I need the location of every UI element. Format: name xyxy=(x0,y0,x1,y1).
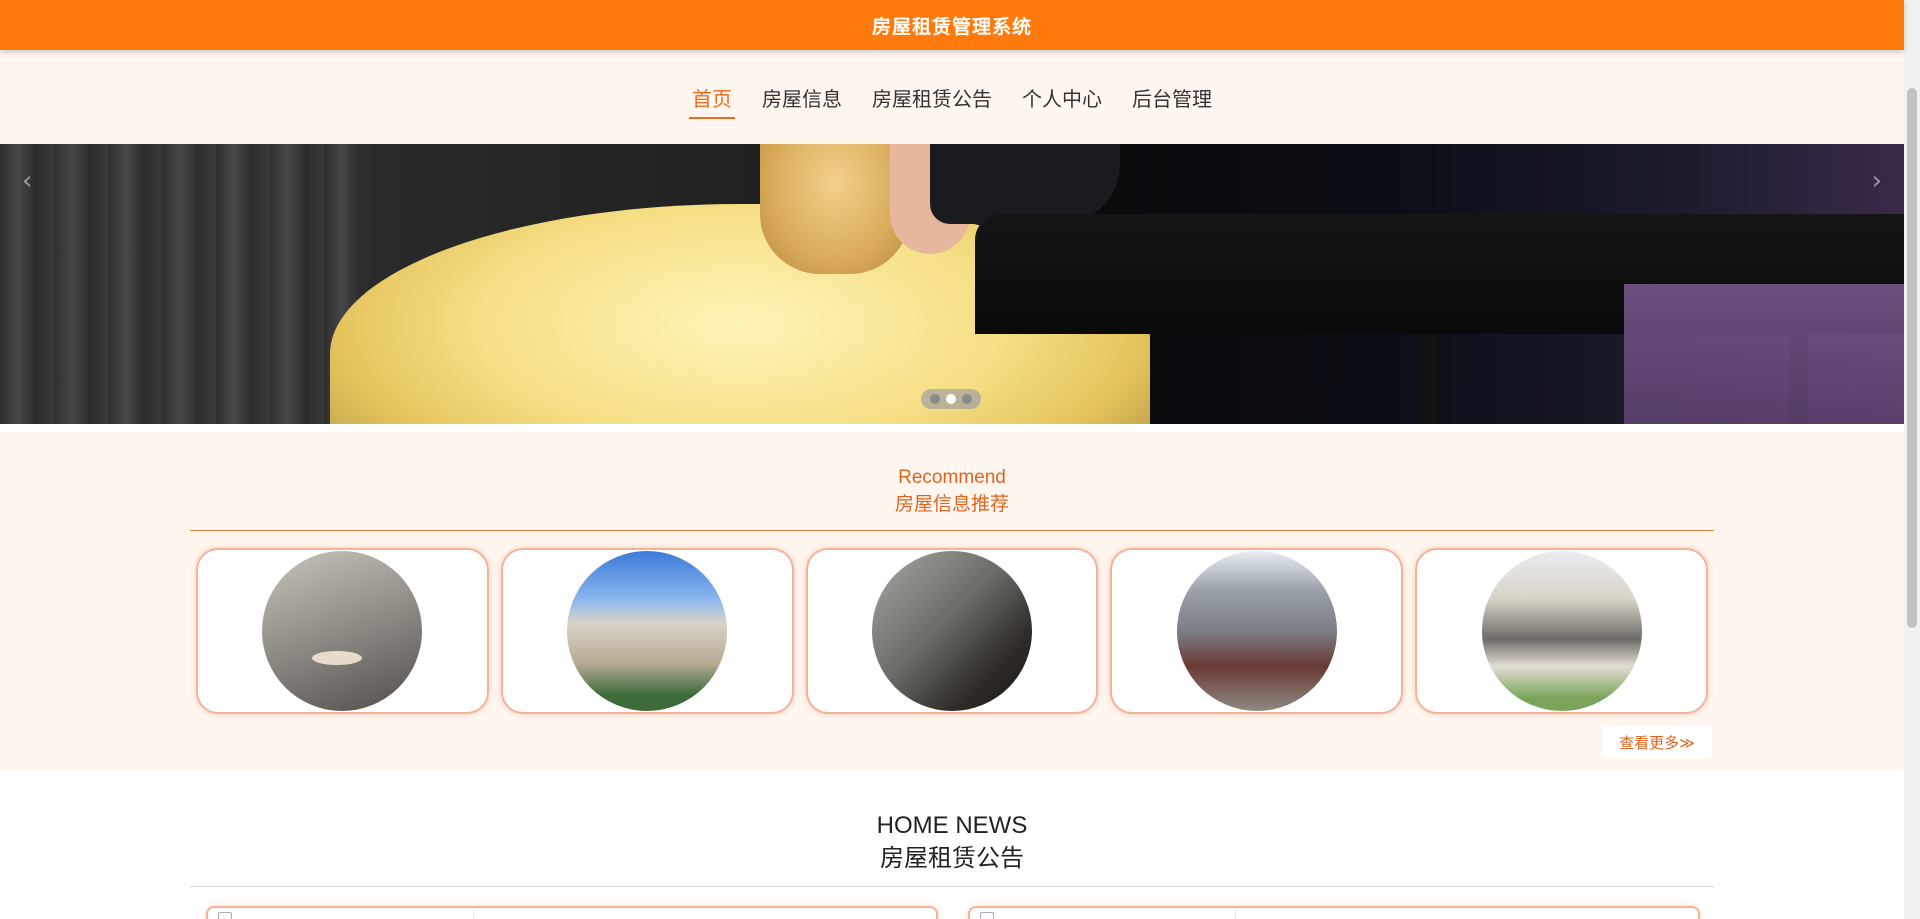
carousel-dots xyxy=(921,389,981,409)
news-divider xyxy=(190,886,1714,887)
news-title-en: HOME NEWS xyxy=(876,812,1028,839)
house-thumbnail xyxy=(1481,551,1642,711)
news-image xyxy=(214,910,474,919)
recommend-card[interactable] xyxy=(805,548,1099,714)
recommend-card-list xyxy=(196,548,1708,714)
banner-carousel: ‹ › xyxy=(0,144,1904,424)
view-more-button[interactable]: 查看更多≫ xyxy=(1602,726,1712,758)
banner-stage xyxy=(1624,284,1904,424)
chevron-left-icon[interactable]: ‹ xyxy=(22,166,32,196)
recommend-title-en: Recommend xyxy=(898,467,1006,488)
broken-image-icon xyxy=(980,912,994,919)
nav-item-house-info[interactable]: 房屋信息 xyxy=(747,75,857,119)
news-heading: HOME NEWS 房屋租赁公告 xyxy=(0,810,1904,874)
news-section: HOME NEWS 房屋租赁公告 xyxy=(0,770,1904,919)
news-card[interactable] xyxy=(206,906,938,919)
nav-item-home[interactable]: 首页 xyxy=(677,75,747,119)
news-card[interactable] xyxy=(968,906,1700,919)
banner-piano-leg xyxy=(1420,334,1438,424)
recommend-heading: Recommend 房屋信息推荐 xyxy=(0,466,1904,518)
nav-item-personal-center[interactable]: 个人中心 xyxy=(1007,75,1117,119)
recommend-card[interactable] xyxy=(500,548,794,714)
recommend-divider xyxy=(190,530,1714,531)
recommend-title-cn: 房屋信息推荐 xyxy=(894,493,1009,515)
banner-bodice xyxy=(760,144,910,274)
news-image xyxy=(976,910,1236,919)
recommend-card[interactable] xyxy=(196,548,489,714)
page-scrollbar[interactable] xyxy=(1904,0,1920,919)
scrollbar-thumb[interactable] xyxy=(1907,88,1917,628)
top-bar: 房屋租赁管理系统 xyxy=(0,0,1904,50)
carousel-dot[interactable] xyxy=(962,394,972,404)
house-thumbnail xyxy=(262,551,423,711)
house-thumbnail xyxy=(1176,551,1337,711)
recommend-card[interactable] xyxy=(1110,548,1404,714)
chevron-right-icon[interactable]: › xyxy=(1872,166,1882,196)
nav-item-rental-notice[interactable]: 房屋租赁公告 xyxy=(857,75,1007,119)
recommend-card[interactable] xyxy=(1415,548,1708,714)
carousel-dot-active[interactable] xyxy=(946,394,956,404)
banner-curtain xyxy=(0,144,360,424)
carousel-dot[interactable] xyxy=(930,394,940,404)
house-thumbnail xyxy=(871,551,1032,711)
banner-jacket xyxy=(930,144,1120,224)
app-title: 房屋租赁管理系统 xyxy=(871,15,1032,38)
main-nav: 首页 房屋信息 房屋租赁公告 个人中心 后台管理 xyxy=(0,50,1904,144)
nav-item-admin[interactable]: 后台管理 xyxy=(1117,75,1227,119)
house-thumbnail xyxy=(567,551,728,711)
recommend-section: Recommend 房屋信息推荐 查看更多≫ xyxy=(0,432,1904,770)
broken-image-icon xyxy=(218,912,232,919)
news-title-cn: 房屋租赁公告 xyxy=(880,844,1024,872)
